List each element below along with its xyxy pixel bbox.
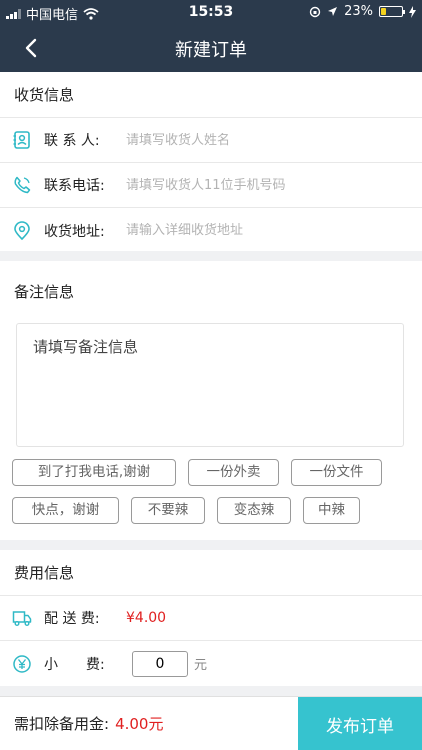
nav-bar: 新建订单 (0, 24, 422, 72)
phone-label: 联系电话: (44, 178, 105, 194)
location-icon (328, 7, 338, 16)
yen-coin-icon (13, 654, 31, 673)
contact-name-input[interactable] (126, 132, 422, 148)
deposit-summary: 需扣除备用金: 4.00元 (14, 713, 163, 734)
tip-label: 小 费: (44, 656, 105, 673)
note-tag[interactable]: 变态辣 (217, 497, 291, 524)
receiver-section: 收货信息 联 系 人: 联系电话: 收货地址: (0, 72, 422, 251)
note-section-title: 备注信息 (14, 283, 75, 301)
note-textarea[interactable] (16, 323, 404, 447)
battery-percent: 23% (344, 4, 373, 19)
address-row: 收货地址: (0, 208, 422, 253)
fee-section: 费用信息 配 送 费: ¥4.00 小 费: 元 (0, 550, 422, 686)
receiver-section-title: 收货信息 (0, 72, 422, 118)
rotation-lock-icon (309, 6, 321, 17)
note-tag[interactable]: 中辣 (303, 497, 360, 524)
address-input[interactable] (126, 223, 422, 238)
bottom-bar: 需扣除备用金: 4.00元 发布订单 (0, 696, 422, 750)
note-tag[interactable]: 一份外卖 (188, 459, 279, 486)
deposit-label: 需扣除备用金: (14, 715, 110, 733)
delivery-fee-label: 配 送 费: (44, 611, 100, 627)
contact-label: 联 系 人: (44, 133, 100, 149)
phone-number-input[interactable] (126, 177, 422, 193)
address-label: 收货地址: (44, 223, 105, 240)
note-tag[interactable]: 不要辣 (131, 497, 205, 524)
deposit-amount: 4.00元 (115, 715, 164, 733)
note-tag[interactable]: 到了打我电话,谢谢 (12, 459, 176, 486)
fee-section-title: 费用信息 (0, 550, 422, 596)
phone-row: 联系电话: (0, 163, 422, 208)
tip-row: 小 费: 元 (0, 641, 422, 686)
contact-row: 联 系 人: (0, 118, 422, 163)
tip-unit: 元 (194, 658, 208, 673)
battery-fill (381, 8, 386, 15)
delivery-fee-amount: ¥4.00 (126, 610, 167, 626)
publish-order-button[interactable]: 发布订单 (298, 697, 422, 750)
note-tag[interactable]: 快点，谢谢 (12, 497, 119, 524)
status-bar: 中国电信 15:53 23% (0, 0, 422, 24)
tip-input[interactable] (132, 650, 188, 677)
delivery-fee-row: 配 送 费: ¥4.00 (0, 596, 422, 641)
note-tag[interactable]: 一份文件 (291, 459, 382, 486)
phone-icon (14, 176, 31, 194)
page-title: 新建订单 (175, 40, 247, 61)
contact-card-icon (13, 131, 30, 149)
charging-icon (409, 5, 416, 18)
battery-icon (379, 6, 405, 17)
location-pin-icon (14, 220, 30, 240)
delivery-truck-icon (12, 611, 32, 626)
note-section: 备注信息 到了打我电话,谢谢 一份外卖 一份文件 快点，谢谢 不要辣 变态辣 中… (0, 261, 422, 540)
